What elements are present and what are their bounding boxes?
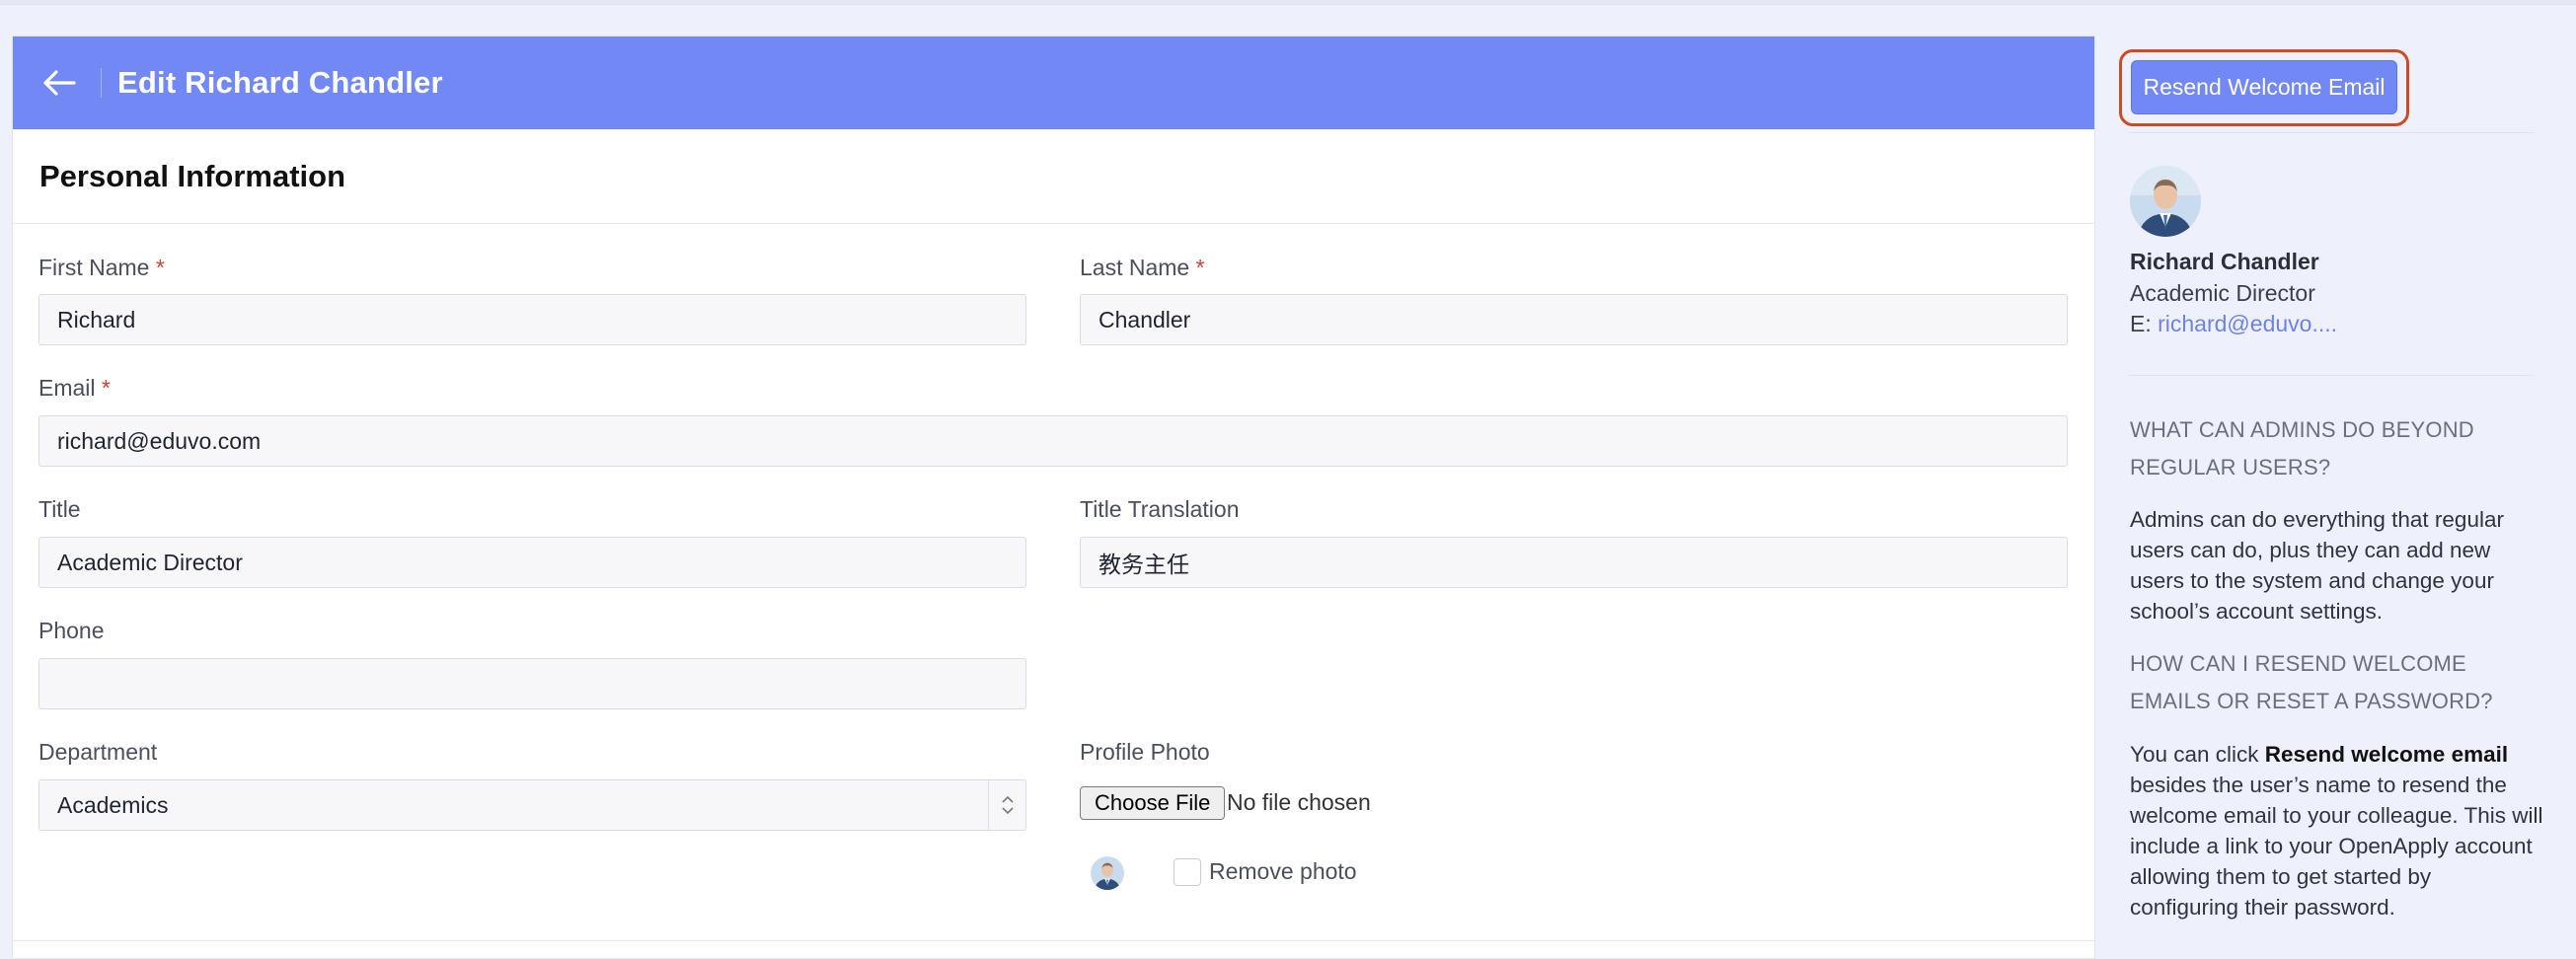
faq-answer-emphasis: Resend welcome email xyxy=(2264,742,2509,767)
department-select[interactable]: Academics xyxy=(38,779,1026,831)
title-input[interactable] xyxy=(38,537,1026,588)
title-translation-input[interactable] xyxy=(1080,537,2068,588)
sidebar-user-role: Academic Director xyxy=(2130,280,2315,306)
sidebar-divider xyxy=(2129,375,2534,376)
email-label: Email * xyxy=(38,375,111,401)
sidebar-divider xyxy=(2129,132,2534,133)
select-arrows xyxy=(988,780,1025,830)
arrow-left-icon xyxy=(43,70,76,96)
email-input[interactable] xyxy=(38,415,2068,467)
sidebar-user-email: E: richard@eduvo.... xyxy=(2130,311,2338,336)
phone-label: Phone xyxy=(38,618,105,643)
department-selected-value: Academics xyxy=(57,792,169,818)
page-title: Edit Richard Chandler xyxy=(117,65,443,100)
faq-question: What can admins do beyond regular users? xyxy=(2130,417,2474,480)
faq-answer: Admins can do everything that regular us… xyxy=(2130,507,2504,624)
profile-photo-label: Profile Photo xyxy=(1080,739,1210,765)
required-marker: * xyxy=(1195,255,1205,280)
back-button[interactable] xyxy=(39,63,79,103)
sidebar-user-name: Richard Chandler xyxy=(2130,249,2319,274)
remove-photo-label: Remove photo xyxy=(1209,858,1357,884)
card-header: Edit Richard Chandler xyxy=(13,37,2094,129)
file-status: No file chosen xyxy=(1227,789,1371,815)
required-marker: * xyxy=(155,255,165,280)
section-title: Personal Information xyxy=(39,158,346,193)
faq-question: How can I resend welcome emails or reset… xyxy=(2130,651,2493,713)
title-translation-label: Title Translation xyxy=(1080,496,1240,522)
header-separator xyxy=(101,68,102,98)
choose-file-button[interactable]: Choose File xyxy=(1080,786,1226,820)
last-name-label: Last Name * xyxy=(1080,255,1205,280)
person-avatar-icon xyxy=(1091,856,1124,890)
chevron-up-icon xyxy=(1001,795,1014,803)
last-name-input[interactable] xyxy=(1080,294,2068,345)
resend-welcome-email-button[interactable]: Resend Welcome Email xyxy=(2131,60,2397,114)
chevron-down-icon xyxy=(1001,807,1014,815)
required-marker: * xyxy=(101,375,111,401)
title-label: Title xyxy=(38,496,81,522)
section-header: Personal Information xyxy=(13,129,2094,224)
faq-answer: You can click Resend welcome email besid… xyxy=(2130,742,2543,920)
card-footer-divider xyxy=(13,940,2094,941)
department-label: Department xyxy=(38,739,158,765)
avatar xyxy=(2130,166,2201,237)
first-name-input[interactable] xyxy=(38,294,1026,345)
sidebar-email-link[interactable]: richard@eduvo.... xyxy=(2158,311,2337,336)
remove-photo-checkbox[interactable] xyxy=(1174,858,1201,886)
profile-thumbnail xyxy=(1091,856,1124,890)
first-name-label: First Name * xyxy=(38,255,165,280)
person-avatar-icon xyxy=(2130,166,2201,237)
phone-input[interactable] xyxy=(38,658,1026,709)
